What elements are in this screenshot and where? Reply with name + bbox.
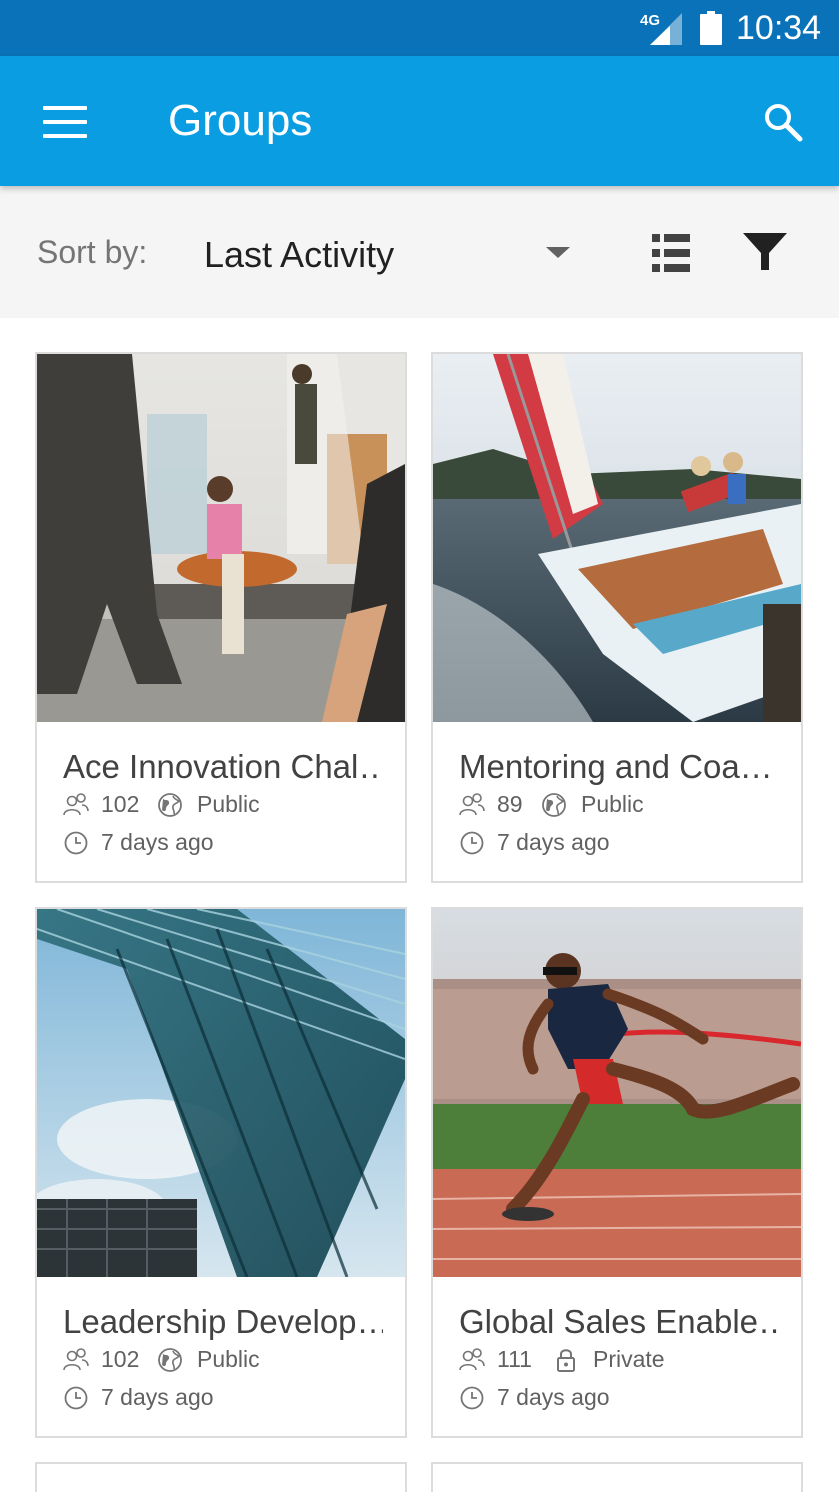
group-title: Global Sales Enable… <box>459 1303 779 1340</box>
globe-icon <box>158 793 182 817</box>
last-activity: 7 days ago <box>497 829 610 855</box>
group-cover-image <box>37 909 405 1277</box>
last-activity: 7 days ago <box>101 829 214 855</box>
member-count: 102 <box>101 1346 140 1372</box>
group-visibility: Private <box>593 1346 665 1372</box>
group-visibility: Public <box>581 791 644 817</box>
sort-selected-value: Last Activity <box>204 234 395 275</box>
clock-time: 10:34 <box>736 9 822 47</box>
members-icon <box>63 1348 89 1371</box>
group-card-partial[interactable] <box>431 1462 803 1492</box>
globe-icon <box>542 793 566 817</box>
clock-icon <box>64 831 88 855</box>
sort-label: Sort by: <box>37 234 148 270</box>
member-count: 102 <box>101 791 140 817</box>
group-visibility: Public <box>197 791 260 817</box>
search-icon <box>765 104 803 142</box>
menu-button[interactable] <box>30 90 100 154</box>
page-title: Groups <box>168 96 313 145</box>
group-cover-image <box>433 909 801 1277</box>
member-count: 89 <box>497 791 523 817</box>
members-icon <box>63 793 89 816</box>
search-button[interactable] <box>752 92 814 154</box>
members-icon <box>459 793 485 816</box>
clock-icon <box>460 831 484 855</box>
dropdown-caret-icon <box>546 247 570 258</box>
group-card[interactable]: Ace Innovation Chal… 102 Public 7 days a… <box>35 352 407 883</box>
list-view-button[interactable] <box>640 222 702 284</box>
app-bar: Groups <box>0 56 839 186</box>
lock-icon <box>557 1349 575 1372</box>
group-visibility: Public <box>197 1346 260 1372</box>
group-cover-image <box>433 354 801 722</box>
network-type-label: 4G <box>640 12 661 29</box>
member-count: 111 <box>497 1346 532 1372</box>
group-card[interactable]: Global Sales Enable… 111 Private 7 days … <box>431 907 803 1438</box>
globe-icon <box>158 1348 182 1372</box>
filter-button[interactable] <box>734 222 796 284</box>
clock-icon <box>64 1386 88 1410</box>
group-cover-image <box>37 354 405 722</box>
battery-icon <box>700 11 722 45</box>
status-bar: 4G 10:34 <box>0 0 839 56</box>
last-activity: 7 days ago <box>101 1384 214 1410</box>
group-title: Ace Innovation Chal… <box>63 748 383 785</box>
group-title: Mentoring and Coa… <box>459 748 773 785</box>
group-title: Leadership Develop… <box>63 1303 383 1340</box>
filter-icon <box>743 233 787 270</box>
members-icon <box>459 1348 485 1371</box>
sort-dropdown[interactable]: Last Activity <box>196 216 588 290</box>
group-card[interactable]: Leadership Develop… 102 Public 7 days ag… <box>35 907 407 1438</box>
group-card[interactable]: Mentoring and Coa… 89 Public 7 days ago <box>431 352 803 883</box>
sort-toolbar: Sort by: Last Activity <box>0 186 839 318</box>
last-activity: 7 days ago <box>497 1384 610 1410</box>
group-card-partial[interactable] <box>35 1462 407 1492</box>
list-view-icon <box>652 234 690 272</box>
clock-icon <box>460 1386 484 1410</box>
network-indicator: 4G <box>640 12 684 46</box>
